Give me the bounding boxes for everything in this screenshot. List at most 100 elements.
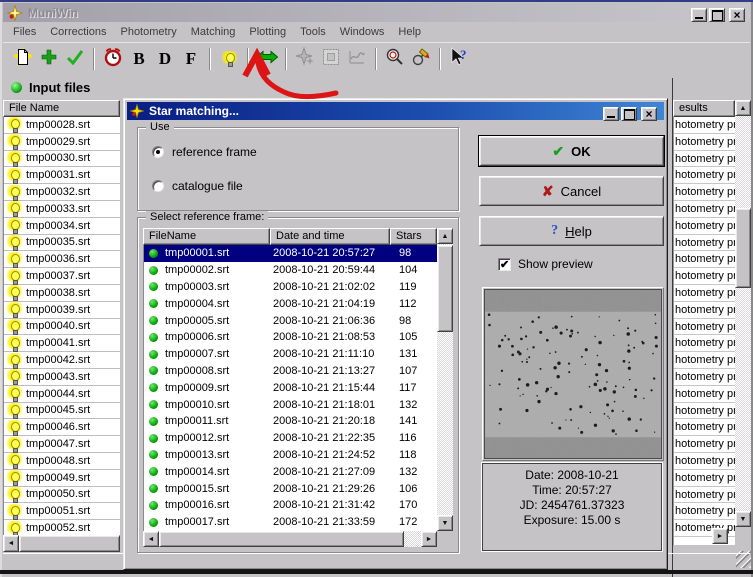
column-header-stars[interactable]: Stars	[390, 228, 437, 245]
menu-item[interactable]: Corrections	[43, 24, 113, 40]
bias-frames-button[interactable]: B	[126, 46, 152, 72]
results-row[interactable]: hotometry pr	[674, 302, 735, 319]
use-radio[interactable]	[152, 180, 164, 192]
ref-scroll-right-button[interactable]	[421, 531, 437, 547]
ref-hscrollbar-thumb[interactable]	[159, 531, 404, 547]
reference-row[interactable]: tmp00010.srt 2008-10-21 21:18:01 132	[144, 396, 437, 413]
results-row[interactable]: hotometry pr	[674, 352, 735, 369]
input-file-row[interactable]: tmp00042.srt	[4, 352, 120, 369]
input-file-row[interactable]: tmp00032.srt	[4, 184, 120, 201]
star-matching-button[interactable]	[254, 46, 280, 72]
results-row[interactable]: hotometry pr	[674, 167, 735, 184]
reference-row[interactable]: tmp00007.srt 2008-10-21 21:11:10 131	[144, 346, 437, 363]
menu-item[interactable]: Matching	[184, 24, 243, 40]
reference-row[interactable]: tmp00013.srt 2008-10-21 21:24:52 118	[144, 447, 437, 464]
reference-row[interactable]: tmp00014.srt 2008-10-21 21:27:09 132	[144, 463, 437, 480]
input-file-row[interactable]: tmp00048.srt	[4, 453, 120, 470]
input-file-row[interactable]: tmp00030.srt	[4, 151, 120, 168]
input-file-row[interactable]: tmp00028.srt	[4, 117, 120, 134]
new-project-button[interactable]	[10, 46, 36, 72]
ref-scroll-left-button[interactable]	[143, 531, 159, 547]
results-row[interactable]: hotometry pr	[674, 251, 735, 268]
reference-row[interactable]: tmp00001.srt 2008-10-21 20:57:27 98	[144, 245, 437, 262]
scrollbar-thumb[interactable]	[19, 535, 120, 552]
input-file-row[interactable]: tmp00051.srt	[4, 503, 120, 520]
results-scroll-right-button[interactable]	[712, 528, 728, 544]
input-file-row[interactable]: tmp00035.srt	[4, 235, 120, 252]
results-scroll-down-button[interactable]	[735, 511, 751, 527]
input-file-row[interactable]: tmp00037.srt	[4, 268, 120, 285]
input-file-row[interactable]: tmp00039.srt	[4, 302, 120, 319]
menu-item[interactable]: Photometry	[113, 24, 183, 40]
reference-row[interactable]: tmp00009.srt 2008-10-21 21:15:44 117	[144, 379, 437, 396]
results-row[interactable]: hotometry pr	[674, 369, 735, 386]
reference-row[interactable]: tmp00002.srt 2008-10-21 20:59:44 104	[144, 262, 437, 279]
column-header-filename[interactable]: FileName	[143, 228, 270, 245]
reference-row[interactable]: tmp00017.srt 2008-10-21 21:33:59 172	[144, 514, 437, 531]
input-file-row[interactable]: tmp00047.srt	[4, 436, 120, 453]
reference-row[interactable]: tmp00006.srt 2008-10-21 21:08:53 105	[144, 329, 437, 346]
dialog-maximize-button[interactable]	[621, 107, 637, 121]
menu-item[interactable]: Files	[6, 24, 43, 40]
scroll-left-button[interactable]	[3, 535, 19, 552]
menu-item[interactable]: Plotting	[242, 24, 293, 40]
reference-row[interactable]: tmp00003.srt 2008-10-21 21:02:02 119	[144, 279, 437, 296]
input-file-row[interactable]: tmp00034.srt	[4, 218, 120, 235]
input-file-row[interactable]: tmp00040.srt	[4, 319, 120, 336]
results-vertical-scrollbar-track[interactable]	[735, 116, 751, 511]
input-file-row[interactable]: tmp00052.srt	[4, 520, 120, 535]
add-files-button[interactable]	[36, 46, 62, 72]
input-file-row[interactable]: tmp00031.srt	[4, 167, 120, 184]
ok-button[interactable]: ✔ OK	[479, 136, 664, 166]
ref-scroll-down-button[interactable]	[437, 515, 453, 531]
results-row[interactable]: hotometry pr	[674, 487, 735, 504]
reference-row[interactable]: tmp00004.srt 2008-10-21 21:04:19 112	[144, 295, 437, 312]
results-row[interactable]: hotometry pr	[674, 218, 735, 235]
input-file-row[interactable]: tmp00033.srt	[4, 201, 120, 218]
results-row[interactable]: hotometry pr	[674, 503, 735, 520]
results-row[interactable]: hotometry pr	[674, 285, 735, 302]
results-row[interactable]: hotometry pr	[674, 403, 735, 420]
maximize-button[interactable]	[709, 8, 725, 22]
show-preview-checkbox[interactable]	[498, 258, 511, 271]
results-row[interactable]: hotometry pr	[674, 184, 735, 201]
radio-row-catalogue-file[interactable]: catalogue file	[152, 179, 243, 193]
results-row[interactable]: hotometry pr	[674, 134, 735, 151]
input-file-row[interactable]: tmp00043.srt	[4, 369, 120, 386]
results-column-header[interactable]: esults	[673, 100, 735, 117]
input-file-row[interactable]: tmp00038.srt	[4, 285, 120, 302]
menu-item[interactable]: Help	[391, 24, 428, 40]
minimize-button[interactable]	[691, 8, 707, 22]
menu-item[interactable]: Windows	[333, 24, 392, 40]
show-preview-row[interactable]: Show preview	[498, 257, 593, 271]
column-header-date-time[interactable]: Date and time	[270, 228, 390, 245]
input-file-row[interactable]: tmp00044.srt	[4, 386, 120, 403]
process-button[interactable]	[62, 46, 88, 72]
results-row[interactable]: hotometry pr	[674, 453, 735, 470]
close-button[interactable]	[729, 8, 745, 22]
ref-horizontal-scrollbar-track[interactable]	[404, 531, 421, 547]
results-row[interactable]: hotometry pr	[674, 117, 735, 134]
context-help-button[interactable]: ?	[446, 46, 472, 72]
reference-row[interactable]: tmp00008.srt 2008-10-21 21:13:27 107	[144, 363, 437, 380]
input-file-row[interactable]: tmp00046.srt	[4, 419, 120, 436]
results-row[interactable]: hotometry pr	[674, 436, 735, 453]
ref-scroll-up-button[interactable]	[437, 228, 453, 244]
cancel-button[interactable]: ✘ Cancel	[479, 176, 664, 206]
tools-button[interactable]	[408, 46, 434, 72]
results-row[interactable]: hotometry pr	[674, 419, 735, 436]
radio-row-reference-frame[interactable]: reference frame	[152, 145, 257, 159]
results-row[interactable]: hotometry pr	[674, 386, 735, 403]
input-file-row[interactable]: tmp00049.srt	[4, 470, 120, 487]
results-scroll-up-button[interactable]	[735, 100, 751, 116]
ref-scrollbar-thumb[interactable]	[437, 245, 453, 332]
use-radio[interactable]	[152, 146, 164, 158]
express-reduce-button[interactable]	[382, 46, 408, 72]
photometry-button[interactable]	[216, 46, 242, 72]
menu-item[interactable]: Tools	[293, 24, 333, 40]
dialog-close-button[interactable]	[641, 107, 657, 121]
dialog-minimize-button[interactable]	[603, 107, 619, 121]
reference-row[interactable]: tmp00015.srt 2008-10-21 21:29:26 106	[144, 480, 437, 497]
input-file-row[interactable]: tmp00029.srt	[4, 134, 120, 151]
dark-frames-button[interactable]: D	[152, 46, 178, 72]
